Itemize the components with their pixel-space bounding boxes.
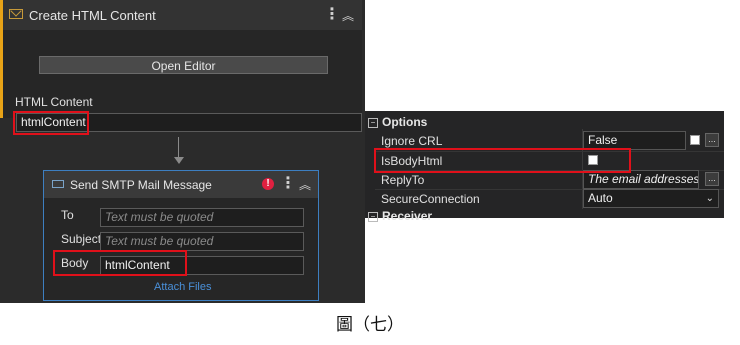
mail-icon [52, 180, 64, 188]
activity-header: Create HTML Content ⋮ ︽ [3, 0, 362, 30]
to-label: To [61, 208, 74, 222]
property-row: SecureConnection Auto ⌄ [365, 189, 724, 208]
collapse-icon[interactable]: − [368, 118, 378, 128]
highlight-box [53, 250, 187, 276]
to-field[interactable]: Text must be quoted [100, 208, 304, 227]
open-editor-button[interactable]: Open Editor [39, 56, 328, 74]
mail-icon [9, 9, 23, 19]
property-name: Ignore CRL [381, 134, 443, 148]
collapse-icon[interactable]: − [368, 212, 378, 222]
collapse-icon[interactable]: ︽ [342, 10, 354, 22]
section-label: Receiver [382, 209, 433, 223]
secure-connection-select[interactable]: Auto ⌄ [583, 189, 719, 208]
create-html-content-activity[interactable]: Create HTML Content ⋮ ︽ Open Editor HTML… [0, 0, 362, 132]
activity-title: Send SMTP Mail Message [70, 178, 212, 192]
highlight-box [374, 148, 631, 173]
workflow-designer: Create HTML Content ⋮ ︽ Open Editor HTML… [0, 0, 365, 303]
select-value: Auto [588, 191, 613, 205]
subject-label: Subject [61, 232, 102, 246]
attach-files-link[interactable]: Attach Files [154, 281, 211, 293]
activity-title: Create HTML Content [29, 8, 156, 23]
ellipsis-button[interactable]: ... [705, 133, 719, 147]
connector-line [178, 137, 179, 159]
property-name: ReplyTo [381, 173, 425, 187]
property-name: SecureConnection [381, 192, 480, 206]
activity-header: Send SMTP Mail Message ! ⋮ ︽ [44, 171, 318, 198]
send-smtp-activity[interactable]: Send SMTP Mail Message ! ⋮ ︽ To Text mus… [43, 170, 319, 301]
ignore-crl-checkbox[interactable] [690, 135, 700, 145]
more-options-icon[interactable]: ⋮ [324, 7, 340, 23]
error-icon: ! [262, 178, 274, 190]
chevron-down-icon[interactable]: ⌄ [706, 190, 714, 207]
section-label: Options [382, 115, 428, 129]
ellipsis-button[interactable]: ... [705, 172, 719, 186]
highlight-box [13, 111, 89, 135]
options-section-header[interactable]: − Options [365, 115, 427, 129]
collapse-icon[interactable]: ︽ [299, 179, 311, 191]
more-options-icon[interactable]: ⋮ [280, 176, 296, 192]
html-content-label: HTML Content [15, 95, 93, 109]
figure-caption: 圖（七） [336, 315, 404, 335]
receiver-section-header[interactable]: − Receiver [365, 209, 432, 223]
subject-field[interactable]: Text must be quoted [100, 232, 304, 251]
arrow-down-icon [174, 157, 184, 164]
